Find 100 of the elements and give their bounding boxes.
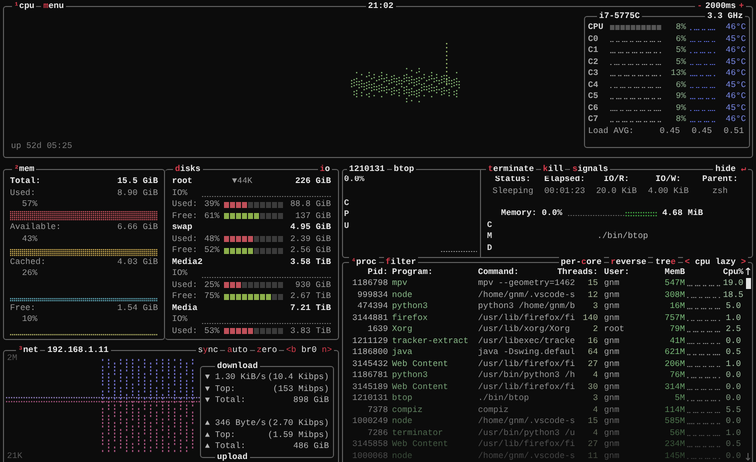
process-row[interactable]: 3145189 Web Content /usr/lib/firefox/fi 30 gnm 314M 0.0	[345, 382, 752, 393]
table-cell-text: Web Content	[392, 382, 450, 393]
memory-value: 15.5 GiB	[117, 176, 158, 188]
table-cell-text: gnm	[604, 404, 620, 416]
cpu-percent: 6%	[674, 80, 686, 91]
process-row[interactable]: 7286 terminator /usr/bin/python3 /u 4 gnm 56M 1.0	[345, 428, 752, 439]
table-cell-text: 0.0	[724, 382, 741, 393]
disk-label: Free:	[172, 245, 198, 256]
table-cell-text: 76M	[668, 370, 685, 382]
core-label: C1	[588, 45, 600, 56]
core-label: C5	[588, 91, 600, 102]
table-cell-text: gnm	[604, 428, 620, 439]
table-cell-text: 1000249	[351, 416, 388, 428]
field-value: 4.00 KiB	[646, 186, 690, 197]
core-label: C6	[588, 102, 600, 114]
table-cell: /usr/bin/python3 /h	[478, 370, 576, 382]
memory-value: 8.90 GiB	[117, 188, 158, 199]
field-value: 00:01:23	[543, 186, 586, 197]
disk-meter	[224, 202, 284, 208]
table-cell-text: 1210131	[351, 393, 388, 404]
memory-label: Available:	[10, 222, 62, 234]
column-header: Threads:	[556, 266, 598, 278]
process-row[interactable]: 1639 Xorg /usr/lib/xorg/Xorg 2 root 79M 2.5	[345, 324, 752, 336]
panel-tab[interactable]: ¹cpu	[12, 1, 36, 12]
panel-tab[interactable]: ⁴proc	[349, 256, 379, 268]
scroll-up-icon[interactable]	[745, 266, 751, 276]
table-cell-text: gnm	[604, 416, 620, 428]
disk-meter	[224, 248, 284, 254]
disk-label: Used:	[172, 280, 198, 291]
table-cell-text: 7286	[366, 428, 388, 439]
process-row[interactable]: 999834 node /home/gnm/.vscode-s 12 gnm 308M 18.5	[345, 290, 752, 301]
column-header: MemB	[664, 266, 685, 278]
table-cell-text: 621M	[664, 347, 685, 358]
process-row[interactable]: 1210131 btop ./bin/btop 3 gnm 5M 0.0	[345, 393, 752, 404]
temperature: 45°C	[724, 102, 746, 114]
io-label: IO%	[172, 268, 188, 280]
process-id: 1210131	[347, 164, 387, 176]
disk-meter	[224, 294, 284, 300]
memory-label: Total:	[10, 176, 41, 188]
panel-option[interactable]: sync	[196, 345, 220, 356]
memory-percent: 26%	[22, 268, 38, 280]
increase-button[interactable]: +	[738, 1, 744, 12]
table-cell-text: 1186800	[351, 347, 388, 358]
table-cell-text: 140	[582, 312, 598, 324]
table-cell-text: 1639	[366, 324, 388, 336]
field-value: zsh	[711, 186, 729, 197]
process-row[interactable]: 3145432 Web Content /usr/lib/firefox/fi 27 gnm 206M 1.0	[345, 358, 752, 370]
action-button[interactable]: terminate	[486, 164, 536, 176]
update-interval: 2000ms	[705, 1, 736, 12]
process-row[interactable]: 1000249 node /home/gnm/.vscode-s 15 gnm 585M 0.0	[345, 416, 752, 428]
table-cell-text: 12	[586, 290, 598, 301]
arrow-label: ▼	[205, 395, 211, 406]
process-row[interactable]: 1186800 java java -Dswing.defaul 64 gnm 621M 0.5	[345, 347, 752, 358]
disk-name: swap	[172, 222, 194, 234]
table-cell-text: 5.0	[724, 301, 741, 312]
uptime: up 52d 05:25	[11, 140, 74, 152]
process-row[interactable]: 474394 python3 python3 /home/gnm/b 3 gnm 16M 5.0	[345, 301, 752, 312]
scroll-down-icon[interactable]	[745, 452, 751, 461]
net-label: 346 Byte/s	[215, 418, 266, 430]
net-value: (153 Mibps)	[272, 384, 329, 395]
table-cell-text: 206M	[664, 358, 685, 370]
column-header: Pid:	[366, 266, 388, 278]
process-row[interactable]: 3144881 firefox /usr/lib/firefox/fi 140 gnm 757M 1.0	[345, 312, 752, 324]
net-label: Total:	[215, 441, 246, 452]
table-cell-text: 4	[592, 370, 598, 382]
table-cell: /usr/bin/python3 /u	[478, 428, 576, 439]
disk-value: 88.8 GiB	[290, 199, 331, 210]
hide-button[interactable]: hide ↵	[713, 164, 748, 176]
process-row[interactable]: 1186798 mpv mpv --geometry=1462 15 gnm 547M 19.0	[345, 278, 752, 290]
table-cell-text: 3	[592, 393, 598, 404]
table-cell-text: 15	[586, 278, 598, 290]
panel-option[interactable]: per-core	[558, 256, 604, 268]
table-cell-text: gnm	[604, 370, 620, 382]
load-value: 0.45	[690, 126, 712, 137]
scrollbar-thumb[interactable]	[746, 278, 751, 290]
table-cell-text: gnm	[604, 312, 620, 324]
table-cell-text: 16M	[668, 301, 685, 312]
field-label: IO/W:	[654, 174, 682, 186]
process-row[interactable]: 1211129 tracker-extract /usr/libexec/tracke 16 gnm 41M 0.0	[345, 336, 752, 347]
disk-percent: 75%	[203, 291, 220, 302]
disk-name: Media2	[172, 256, 204, 268]
action-button[interactable]: signals	[570, 164, 610, 176]
decrease-button[interactable]: -	[697, 1, 702, 12]
process-row[interactable]: 7378 compiz compiz 4 gnm 114M 5.5	[345, 404, 752, 416]
temperature: 46°C	[724, 68, 746, 80]
table-cell-text: 308M	[664, 290, 685, 301]
field-value: Sleeping	[491, 186, 534, 197]
action-button[interactable]: kill	[540, 164, 566, 176]
panel-option[interactable]: < cpu lazy >	[682, 256, 748, 268]
net-value: 486 GiB	[293, 441, 329, 452]
table-cell-text: 27	[586, 358, 598, 370]
table-cell-text: java	[392, 347, 414, 358]
disk-percent: 53%	[203, 326, 220, 337]
net-value: (2.70 Kibps)	[268, 418, 329, 430]
disk-value: 2.56 GiB	[290, 245, 331, 256]
table-cell-text: 547M	[664, 278, 685, 290]
process-row[interactable]: 1186781 python3 /usr/bin/python3 /h 4 gnm 76M 0.0	[345, 370, 752, 382]
table-cell-text: 0.0	[724, 416, 741, 428]
table-cell-text: 1186798	[351, 278, 388, 290]
disk-value: 137 GiB	[295, 210, 331, 222]
